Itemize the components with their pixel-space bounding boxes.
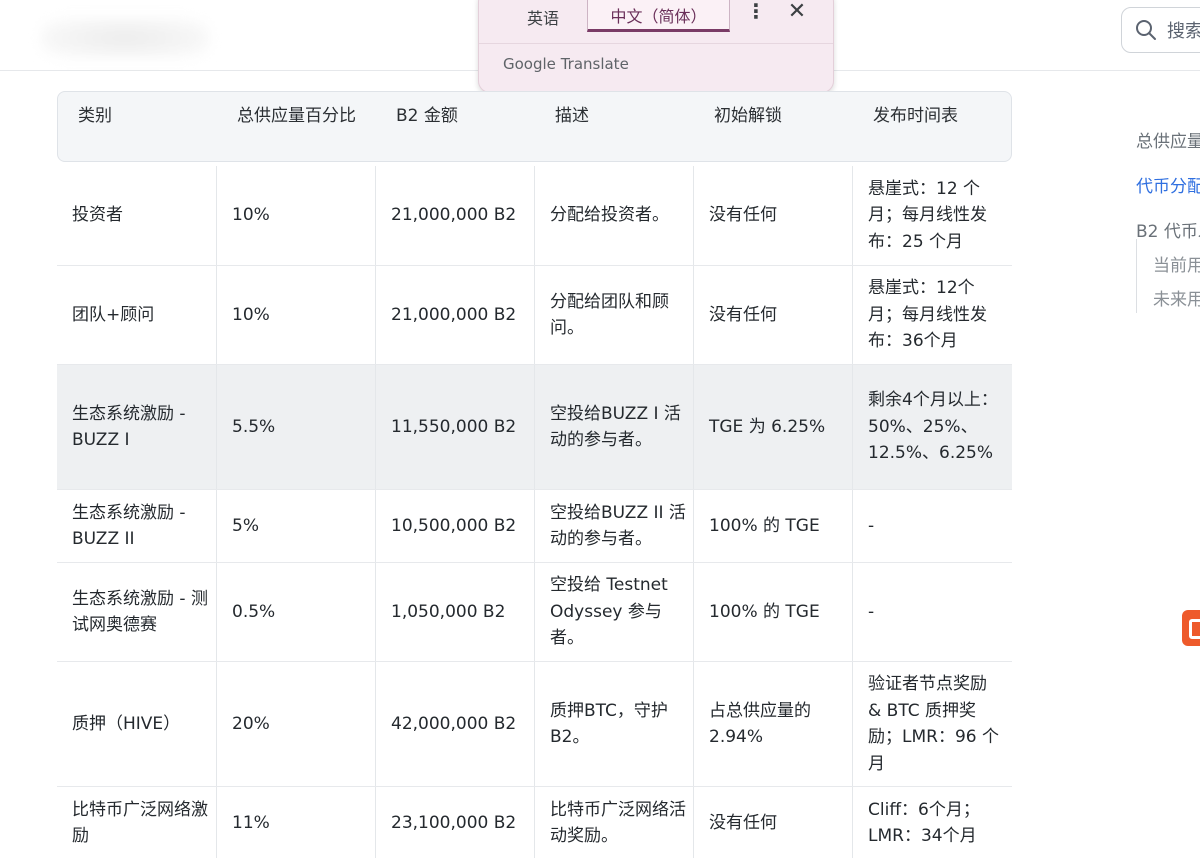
cell-amount: 10,500,000 B2 [375, 490, 534, 562]
cell-amount: 21,000,000 B2 [375, 166, 534, 265]
table-row: 生态系统激励 - BUZZ I 5.5% 11,550,000 B2 空投给BU… [57, 365, 1012, 490]
cell-schedule: Cliff：6个月；LMR：34个月 [852, 787, 1012, 858]
cell-amount: 21,000,000 B2 [375, 266, 534, 364]
blurred-logo [40, 18, 210, 58]
table-row: 团队+顾问 10% 21,000,000 B2 分配给团队和顾问。 没有任何 悬… [57, 266, 1012, 365]
token-allocation-table: 类别 总供应量百分比 B2 金额 描述 初始解锁 发布时间表 投资者 10% 2… [57, 91, 1012, 858]
brand-google: Google [503, 55, 556, 73]
cell-description: 空投给BUZZ II 活动的参与者。 [534, 490, 693, 562]
table-row: 比特币广泛网络激励 11% 23,100,000 B2 比特币广泛网络活动奖励。… [57, 787, 1012, 858]
cell-amount: 11,550,000 B2 [375, 365, 534, 489]
header-category: 类别 [78, 106, 112, 126]
cell-schedule: 悬崖式：12 个月；每月线性发布：25 个月 [852, 166, 1012, 265]
cell-percent: 10% [216, 266, 375, 364]
cell-schedule: - [852, 490, 1012, 562]
search-icon [1136, 20, 1156, 40]
cell-amount: 42,000,000 B2 [375, 662, 534, 786]
cell-category: 生态系统激励 - BUZZ I [72, 403, 186, 451]
header-unlock: 初始解锁 [714, 106, 782, 126]
cell-schedule: 剩余4个月以上：50%、25%、12.5%、6.25% [852, 365, 1012, 489]
header-percent: 总供应量百分比 [237, 106, 356, 126]
translate-popup: 英语 中文（简体） ⋮ ✕ Google Translate [478, 0, 834, 93]
cell-amount: 1,050,000 B2 [375, 563, 534, 661]
table-row: 投资者 10% 21,000,000 B2 分配给投资者。 没有任何 悬崖式：1… [57, 166, 1012, 266]
toc-subsection: 当前用 未来用 [1136, 239, 1200, 313]
cell-unlock: 占总供应量的 2.94% [693, 662, 852, 786]
close-icon[interactable]: ✕ [787, 0, 807, 25]
cell-unlock: 没有任何 [693, 787, 852, 858]
cell-percent: 10% [216, 166, 375, 265]
google-translate-logo: Google Translate [503, 55, 629, 73]
cell-category: 比特币广泛网络激励 [72, 799, 208, 847]
cell-description: 比特币广泛网络活动奖励。 [534, 787, 693, 858]
cell-percent: 5.5% [216, 365, 375, 489]
cell-unlock: TGE 为 6.25% [693, 365, 852, 489]
table-body: 投资者 10% 21,000,000 B2 分配给投资者。 没有任何 悬崖式：1… [57, 166, 1012, 858]
toc-item-total-supply[interactable]: 总供应量 [1136, 127, 1200, 152]
search-placeholder: 搜索 [1167, 21, 1200, 42]
cell-percent: 11% [216, 787, 375, 858]
cell-percent: 0.5% [216, 563, 375, 661]
cell-category: 生态系统激励 - BUZZ II [72, 502, 186, 550]
table-of-contents: 总供应量 代币分配 B2 代币发 当前用 未来用 [1136, 122, 1200, 322]
toc-item-future-use[interactable]: 未来用 [1153, 285, 1200, 310]
toc-item-current-use[interactable]: 当前用 [1153, 251, 1200, 276]
toc-item-token-distribution[interactable]: 代币分配 [1136, 172, 1200, 197]
table-row: 生态系统激励 - 测试网奥德赛 0.5% 1,050,000 B2 空投给 Te… [57, 563, 1012, 662]
cell-description: 空投给BUZZ I 活动的参与者。 [534, 365, 693, 489]
cell-unlock: 没有任何 [693, 166, 852, 265]
cell-unlock: 100% 的 TGE [693, 563, 852, 661]
tab-source-language[interactable]: 英语 [499, 0, 587, 32]
translate-language-tabs: 英语 中文（简体） [499, 0, 730, 32]
cell-unlock: 100% 的 TGE [693, 490, 852, 562]
translate-divider [479, 43, 833, 44]
cell-category: 投资者 [72, 205, 123, 226]
header-amount: B2 金额 [396, 106, 458, 126]
table-header: 类别 总供应量百分比 B2 金额 描述 初始解锁 发布时间表 [57, 91, 1012, 162]
cell-category: 生态系统激励 - 测试网奥德赛 [72, 588, 208, 636]
table-row: 生态系统激励 - BUZZ II 5% 10,500,000 B2 空投给BUZ… [57, 490, 1012, 563]
cell-description: 分配给投资者。 [534, 166, 693, 265]
brand-translate: Translate [560, 55, 629, 73]
header-schedule: 发布时间表 [873, 106, 958, 126]
cell-unlock: 没有任何 [693, 266, 852, 364]
more-options-icon[interactable]: ⋮ [746, 1, 766, 23]
header-description: 描述 [555, 106, 589, 126]
cell-schedule: 验证者节点奖励 & BTC 质押奖励；LMR：96 个月 [852, 662, 1012, 786]
cell-schedule: 悬崖式：12个月；每月线性发布：36个月 [852, 266, 1012, 364]
cell-category: 质押（HIVE） [72, 713, 181, 734]
cell-percent: 20% [216, 662, 375, 786]
cell-percent: 5% [216, 490, 375, 562]
cell-category: 团队+顾问 [72, 304, 155, 325]
cell-amount: 23,100,000 B2 [375, 787, 534, 858]
cell-description: 分配给团队和顾问。 [534, 266, 693, 364]
search-box[interactable]: 搜索 [1121, 7, 1200, 53]
table-row: 质押（HIVE） 20% 42,000,000 B2 质押BTC，守护B2。 占… [57, 662, 1012, 787]
cell-description: 质押BTC，守护B2。 [534, 662, 693, 786]
tab-target-language[interactable]: 中文（简体） [587, 0, 730, 32]
cell-description: 空投给 Testnet Odyssey 参与者。 [534, 563, 693, 661]
floating-app-icon[interactable] [1182, 610, 1200, 646]
cell-schedule: - [852, 563, 1012, 661]
